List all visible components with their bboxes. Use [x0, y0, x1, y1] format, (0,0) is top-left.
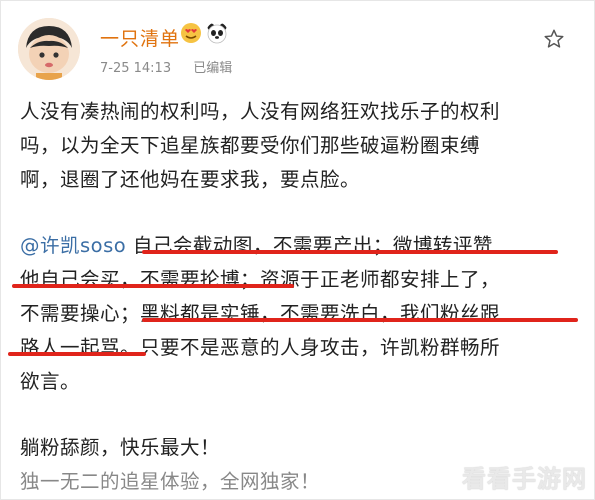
- user-badges: [180, 22, 228, 44]
- mention-link[interactable]: @许凯soso: [20, 234, 126, 257]
- username[interactable]: 一只清单: [100, 24, 180, 51]
- body-line: 人没有凑热闹的权利吗，人没有网络狂欢找乐子的权利: [20, 100, 501, 123]
- underline-mark: [142, 318, 578, 322]
- edited-label[interactable]: 已编辑: [193, 61, 232, 76]
- post-meta: 7-25 14:13 已编辑: [100, 57, 250, 76]
- heart-eyes-emoji-icon: [181, 23, 201, 43]
- body-line: 吗，以为全天下追星族都要受你们那些破逼粉圈束缚: [20, 134, 481, 157]
- underline-mark: [142, 250, 558, 254]
- underline-mark: [8, 352, 146, 356]
- body-line: 躺粉舔颜，快乐最大！: [20, 436, 221, 459]
- favorite-star-icon[interactable]: [543, 28, 565, 50]
- body-line: 欲言。: [20, 370, 81, 393]
- watermark: 看看手游网: [462, 464, 587, 493]
- panda-emoji-icon: [207, 23, 227, 44]
- body-line: 啊，退圈了还他妈在要求我，要点脸。: [20, 168, 361, 191]
- underline-mark: [12, 284, 294, 288]
- avatar[interactable]: [18, 18, 80, 80]
- body-line: 独一无二的追星体验，全网独家！: [20, 470, 321, 493]
- post-time: 7-25 14:13: [100, 61, 172, 76]
